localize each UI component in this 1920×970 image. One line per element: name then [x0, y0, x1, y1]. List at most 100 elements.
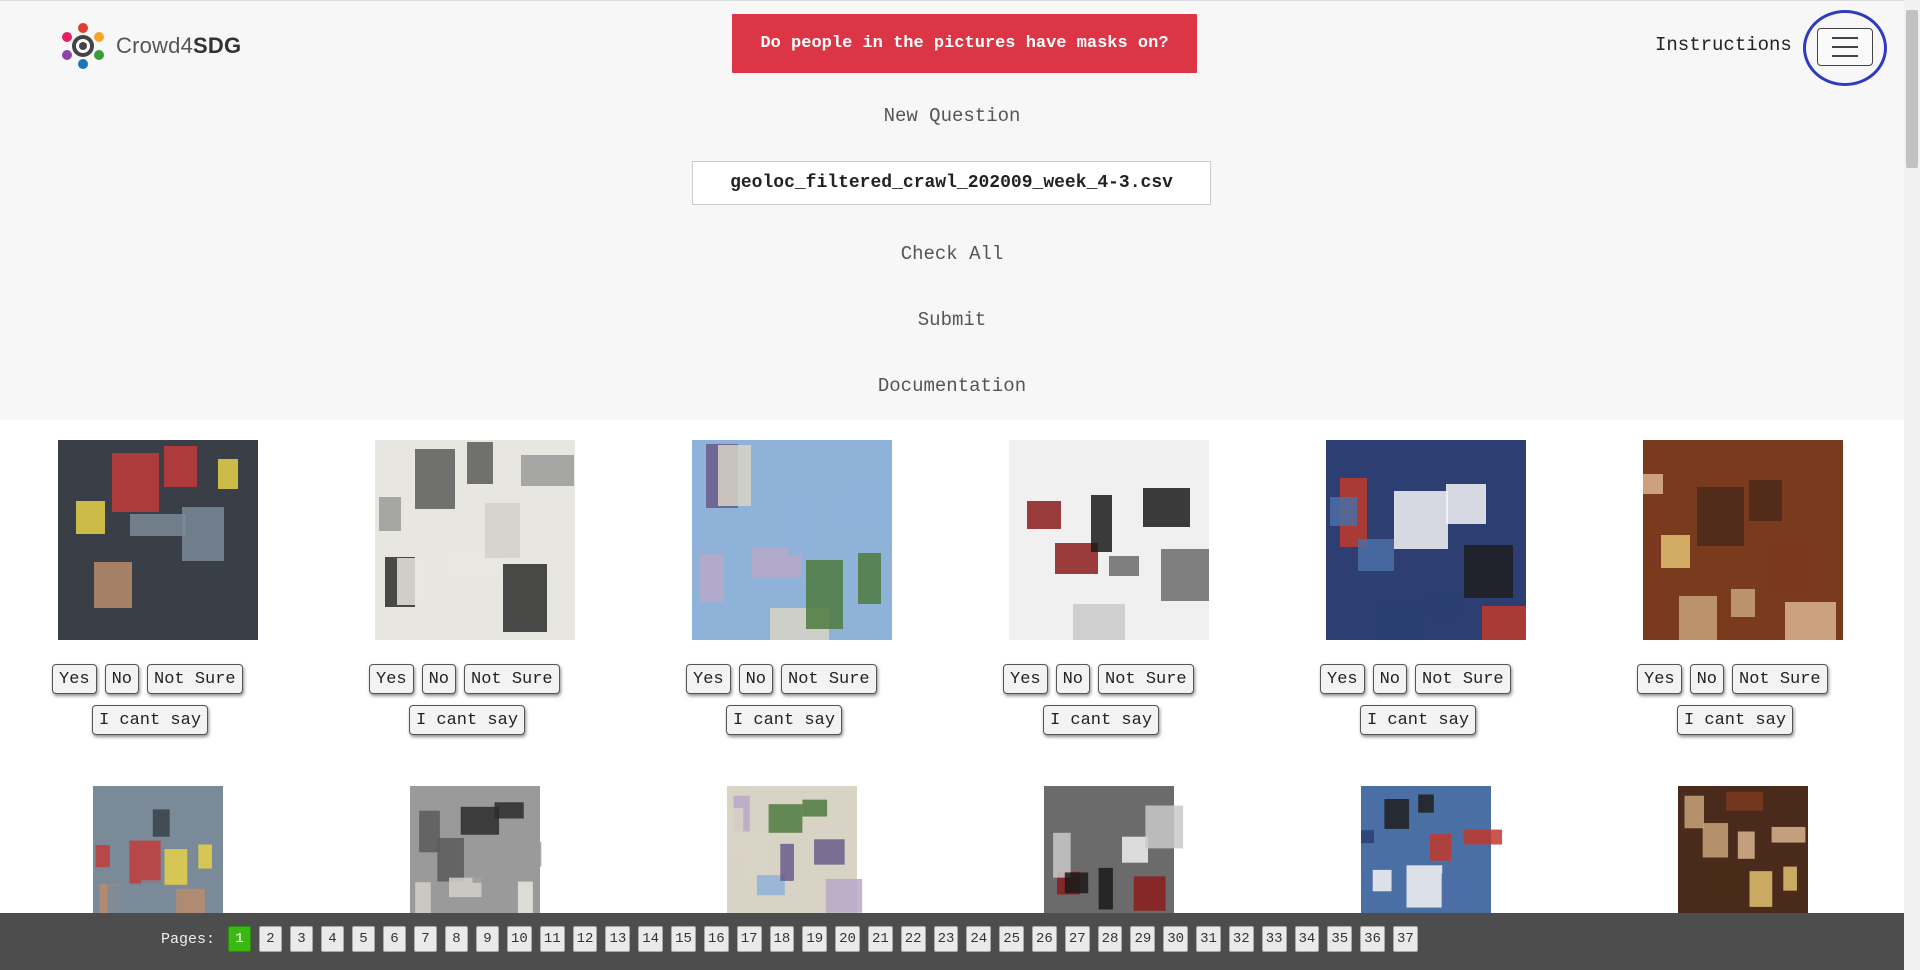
image-card: [1643, 786, 1843, 916]
page-16-button[interactable]: 16: [703, 926, 729, 952]
answer-buttons: Yes No Not Sure: [52, 664, 243, 694]
answer-buttons-secondary: I cant say: [726, 705, 843, 735]
not-sure-button[interactable]: Not Sure: [147, 664, 243, 694]
photo-thumbnail[interactable]: [1643, 786, 1843, 916]
instructions-link[interactable]: Instructions: [1655, 34, 1792, 56]
page-30-button[interactable]: 30: [1163, 926, 1189, 952]
new-question-link[interactable]: New Question: [0, 105, 1904, 127]
yes-button[interactable]: Yes: [52, 664, 97, 694]
image-card: Yes No Not Sure I cant say: [1637, 440, 1843, 735]
scrollbar-thumb[interactable]: [1906, 10, 1918, 168]
yes-button[interactable]: Yes: [686, 664, 731, 694]
page-15-button[interactable]: 15: [671, 926, 696, 952]
page-5-button[interactable]: 5: [352, 926, 375, 952]
no-button[interactable]: No: [104, 664, 140, 694]
file-name-field[interactable]: geoloc_filtered_crawl_202009_week_4-3.cs…: [692, 161, 1211, 205]
cant-say-button[interactable]: I cant say: [726, 705, 843, 735]
answer-buttons: Yes No Not Sure: [369, 664, 560, 694]
page-6-button[interactable]: 6: [383, 926, 406, 952]
page-26-button[interactable]: 26: [1032, 926, 1057, 952]
page-4-button[interactable]: 4: [321, 926, 344, 952]
brand-name: Crowd4SDG: [116, 33, 241, 59]
photo-thumbnail[interactable]: [58, 786, 258, 916]
page-22-button[interactable]: 22: [900, 926, 926, 952]
photo-thumbnail[interactable]: [1643, 440, 1843, 640]
answer-buttons: Yes No Not Sure: [1320, 664, 1511, 694]
photo-thumbnail[interactable]: [1009, 440, 1209, 640]
page-24-button[interactable]: 24: [966, 926, 992, 952]
answer-buttons: Yes No Not Sure: [686, 664, 877, 694]
page-9-button[interactable]: 9: [476, 926, 499, 952]
image-card: Yes No Not Sure I cant say: [52, 440, 258, 735]
page-37-button[interactable]: 37: [1392, 926, 1418, 952]
documentation-link[interactable]: Documentation: [0, 375, 1904, 397]
page-23-button[interactable]: 23: [933, 926, 959, 952]
answer-buttons-secondary: I cant say: [1043, 705, 1160, 735]
page-8-button[interactable]: 8: [445, 926, 468, 952]
cant-say-button[interactable]: I cant say: [1043, 705, 1160, 735]
photo-thumbnail[interactable]: [1009, 786, 1209, 916]
page-35-button[interactable]: 35: [1327, 926, 1353, 952]
page-20-button[interactable]: 20: [835, 926, 860, 952]
not-sure-button[interactable]: Not Sure: [1732, 664, 1828, 694]
brand-suffix: SDG: [193, 33, 242, 58]
page-11-button[interactable]: 11: [539, 926, 565, 952]
check-all-link[interactable]: Check All: [0, 243, 1904, 265]
page-28-button[interactable]: 28: [1097, 926, 1123, 952]
yes-button[interactable]: Yes: [1320, 664, 1365, 694]
yes-button[interactable]: Yes: [1003, 664, 1048, 694]
page-34-button[interactable]: 34: [1294, 926, 1320, 952]
page-32-button[interactable]: 32: [1228, 926, 1254, 952]
page-17-button[interactable]: 17: [736, 926, 762, 952]
page-29-button[interactable]: 29: [1130, 926, 1156, 952]
photo-thumbnail[interactable]: [58, 440, 258, 640]
page-12-button[interactable]: 12: [572, 926, 598, 952]
not-sure-button[interactable]: Not Sure: [1415, 664, 1511, 694]
answer-buttons-secondary: I cant say: [92, 705, 209, 735]
page-25-button[interactable]: 25: [999, 926, 1024, 952]
page-14-button[interactable]: 14: [638, 926, 664, 952]
photo-thumbnail[interactable]: [1326, 440, 1526, 640]
page-10-button[interactable]: 10: [507, 926, 532, 952]
answer-buttons: Yes No Not Sure: [1637, 664, 1828, 694]
crowd4sdg-logo[interactable]: Crowd4SDG: [60, 21, 241, 71]
submit-link[interactable]: Submit: [0, 309, 1904, 331]
page-list: 1 2 3 4 5 6 7 8 9 10 11 12 13 14 15 16 17 18 19 20 21 22 23 24 2…: [228, 926, 1418, 952]
top-header: Crowd4SDG Do people in the pictures have…: [0, 0, 1904, 420]
crowd4sdg-logo-icon: [62, 23, 104, 69]
hamburger-menu-icon[interactable]: [1817, 28, 1873, 66]
page-2-button[interactable]: 2: [259, 926, 282, 952]
photo-thumbnail[interactable]: [375, 786, 575, 916]
cant-say-button[interactable]: I cant say: [1677, 705, 1794, 735]
no-button[interactable]: No: [1689, 664, 1725, 694]
no-button[interactable]: No: [421, 664, 457, 694]
cant-say-button[interactable]: I cant say: [1360, 705, 1477, 735]
cant-say-button[interactable]: I cant say: [409, 705, 526, 735]
photo-thumbnail[interactable]: [692, 786, 892, 916]
page-7-button[interactable]: 7: [414, 926, 437, 952]
photo-thumbnail[interactable]: [375, 440, 575, 640]
yes-button[interactable]: Yes: [369, 664, 414, 694]
yes-button[interactable]: Yes: [1637, 664, 1682, 694]
photo-thumbnail[interactable]: [1326, 786, 1526, 916]
page-33-button[interactable]: 33: [1261, 926, 1287, 952]
page-13-button[interactable]: 13: [605, 926, 631, 952]
no-button[interactable]: No: [1055, 664, 1091, 694]
not-sure-button[interactable]: Not Sure: [464, 664, 560, 694]
no-button[interactable]: No: [738, 664, 774, 694]
pages-label: Pages:: [161, 931, 216, 948]
cant-say-button[interactable]: I cant say: [92, 705, 209, 735]
menu-line: [1832, 46, 1858, 48]
no-button[interactable]: No: [1372, 664, 1408, 694]
page-1-button[interactable]: 1: [228, 926, 251, 952]
page-21-button[interactable]: 21: [867, 926, 893, 952]
not-sure-button[interactable]: Not Sure: [1098, 664, 1194, 694]
page-36-button[interactable]: 36: [1360, 926, 1385, 952]
page-18-button[interactable]: 18: [769, 926, 795, 952]
page-31-button[interactable]: 31: [1196, 926, 1221, 952]
page-27-button[interactable]: 27: [1064, 926, 1090, 952]
photo-thumbnail[interactable]: [692, 440, 892, 640]
not-sure-button[interactable]: Not Sure: [781, 664, 877, 694]
page-3-button[interactable]: 3: [290, 926, 313, 952]
page-19-button[interactable]: 19: [802, 926, 828, 952]
